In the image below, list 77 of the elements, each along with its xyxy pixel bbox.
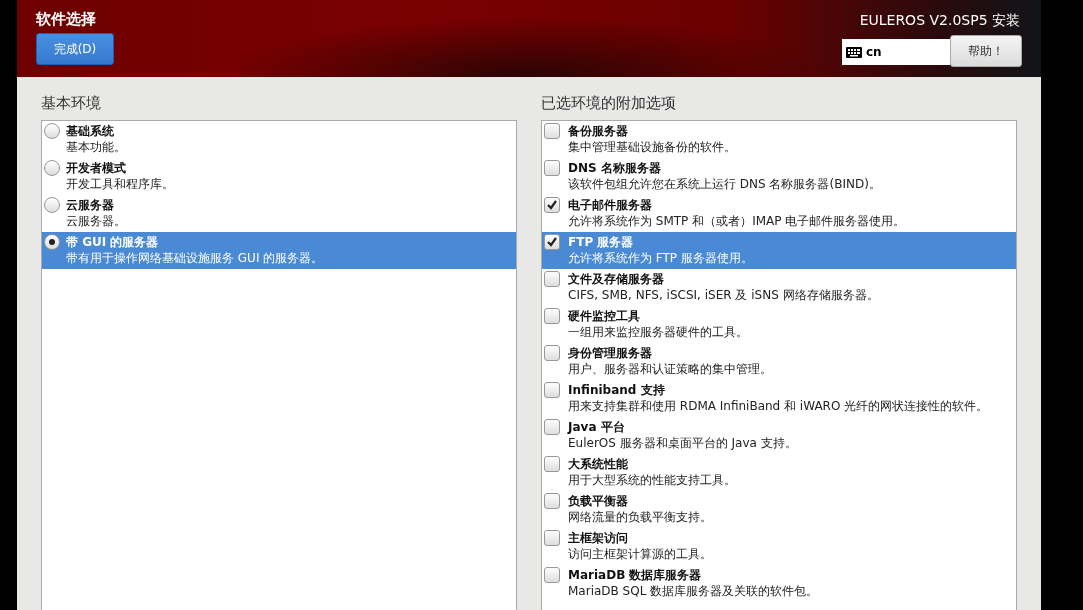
keyboard-layout-field[interactable]: cn <box>842 39 950 65</box>
addon-item[interactable]: 大系统性能 用于大型系统的性能支持工具。 <box>542 454 1016 491</box>
checkbox[interactable] <box>544 197 560 213</box>
checkbox[interactable] <box>544 271 560 287</box>
environment-item[interactable]: 开发者模式 开发工具和程序库。 <box>42 158 516 195</box>
item-description: 用户、服务器和认证策略的集中管理。 <box>568 361 772 378</box>
addon-item[interactable]: 负载平衡器 网络流量的负载平衡支持。 <box>542 491 1016 528</box>
item-name: MariaDB 数据库服务器 <box>568 567 703 583</box>
addon-item[interactable]: 备份服务器 集中管理基础设施备份的软件。 <box>542 121 1016 158</box>
addon-item[interactable]: MariaDB 数据库服务器 MariaDB SQL 数据库服务器及关联的软件包。 <box>542 565 1016 602</box>
checkbox[interactable] <box>544 382 560 398</box>
done-button[interactable]: 完成(D) <box>36 33 114 65</box>
checkbox[interactable] <box>544 567 560 583</box>
item-name: 云服务器 <box>66 197 115 213</box>
section-heading: 基本环境 <box>41 94 102 114</box>
item-description: 用于大型系统的性能支持工具。 <box>568 472 736 489</box>
item-name: 文件及存储服务器 <box>568 271 665 287</box>
help-button[interactable]: 帮助！ <box>950 35 1022 67</box>
item-description: 带有用于操作网络基础设施服务 GUI 的服务器。 <box>66 250 324 267</box>
item-description: MariaDB SQL 数据库服务器及关联的软件包。 <box>568 583 819 600</box>
item-description: 云服务器。 <box>66 213 126 230</box>
item-description: CIFS, SMB, NFS, iSCSI, iSER 及 iSNS 网络存储服务器。 <box>568 287 879 304</box>
item-name: 带 GUI 的服务器 <box>66 234 160 250</box>
item-name: 主框架访问 <box>568 530 629 546</box>
checkbox[interactable] <box>544 530 560 546</box>
item-description: 集中管理基础设施备份的软件。 <box>568 139 736 156</box>
item-description: 允许将系统作为 FTP 服务器使用。 <box>568 250 753 267</box>
item-name: DNS 名称服务器 <box>568 160 662 176</box>
item-description: 一组用来监控服务器硬件的工具。 <box>568 324 748 341</box>
checkbox[interactable] <box>544 308 560 324</box>
radio-button[interactable] <box>44 197 60 213</box>
page-title: 软件选择 <box>36 10 97 29</box>
checkbox[interactable] <box>544 123 560 139</box>
item-name: 负载平衡器 <box>568 493 629 509</box>
item-description: 该软件包组允许您在系统上运行 DNS 名称服务器(BIND)。 <box>568 176 881 193</box>
item-description: 访问主框架计算源的工具。 <box>568 546 712 563</box>
item-description: 网络流量的负载平衡支持。 <box>568 509 712 526</box>
item-name: 大系统性能 <box>568 456 629 472</box>
checkbox[interactable] <box>544 419 560 435</box>
item-description: 允许将系统作为 SMTP 和（或者）IMAP 电子邮件服务器使用。 <box>568 213 906 230</box>
item-name: FTP 服务器 <box>568 234 635 250</box>
checkbox[interactable] <box>544 493 560 509</box>
item-name: Java 平台 <box>568 419 626 435</box>
environment-item[interactable]: 基础系统 基本功能。 <box>42 121 516 158</box>
item-name: 开发者模式 <box>66 160 127 176</box>
section-heading: 已选环境的附加选项 <box>541 94 677 114</box>
addon-item[interactable]: 电子邮件服务器 允许将系统作为 SMTP 和（或者）IMAP 电子邮件服务器使用。 <box>542 195 1016 232</box>
item-description: EulerOS 服务器和桌面平台的 Java 支持。 <box>568 435 797 452</box>
item-description: 基本功能。 <box>66 139 126 156</box>
checkbox[interactable] <box>544 345 560 361</box>
checkbox[interactable] <box>544 456 560 472</box>
keyboard-icon <box>846 46 862 58</box>
radio-button[interactable] <box>44 234 60 250</box>
addon-item[interactable]: FTP 服务器 允许将系统作为 FTP 服务器使用。 <box>542 232 1016 269</box>
addon-item[interactable]: 文件及存储服务器 CIFS, SMB, NFS, iSCSI, iSER 及 iSNS 网络存储服务器。 <box>542 269 1016 306</box>
item-name: 备份服务器 <box>568 123 629 139</box>
addon-item[interactable]: Infiniband 支持 用来支持集群和使用 RDMA InfiniBand 和 iWARO 光纤的网状连接性的软件。 <box>542 380 1016 417</box>
addon-item[interactable]: 主框架访问 访问主框架计算源的工具。 <box>542 528 1016 565</box>
addon-item[interactable]: Java 平台 EulerOS 服务器和桌面平台的 Java 支持。 <box>542 417 1016 454</box>
item-description: 开发工具和程序库。 <box>66 176 174 193</box>
addon-item[interactable]: 硬件监控工具 一组用来监控服务器硬件的工具。 <box>542 306 1016 343</box>
addon-item[interactable]: 身份管理服务器 用户、服务器和认证策略的集中管理。 <box>542 343 1016 380</box>
environment-item[interactable]: 带 GUI 的服务器 带有用于操作网络基础设施服务 GUI 的服务器。 <box>42 232 516 269</box>
item-name: 电子邮件服务器 <box>568 197 653 213</box>
checkbox[interactable] <box>544 234 560 250</box>
keyboard-layout-text: cn <box>866 45 882 59</box>
item-name: Infiniband 支持 <box>568 382 666 398</box>
environment-item[interactable]: 云服务器 云服务器。 <box>42 195 516 232</box>
radio-button[interactable] <box>44 160 60 176</box>
item-name: 基础系统 <box>66 123 115 139</box>
product-title: EULEROS V2.0SP5 安装 <box>859 12 1021 30</box>
checkbox[interactable] <box>544 160 560 176</box>
addon-item[interactable]: DNS 名称服务器 该软件包组允许您在系统上运行 DNS 名称服务器(BIND)。 <box>542 158 1016 195</box>
radio-button[interactable] <box>44 123 60 139</box>
item-description: 用来支持集群和使用 RDMA InfiniBand 和 iWARO 光纤的网状连接性的软件。 <box>568 398 989 415</box>
item-name: 硬件监控工具 <box>568 308 641 324</box>
item-name: 身份管理服务器 <box>568 345 653 361</box>
